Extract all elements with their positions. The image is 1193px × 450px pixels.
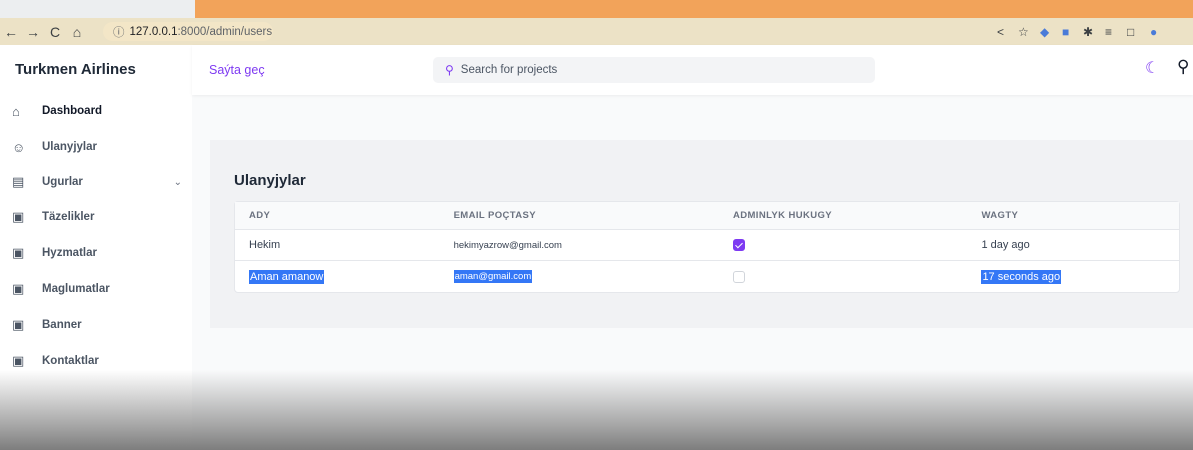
home-icon[interactable]: ⌂ [66, 24, 88, 40]
brand-title[interactable]: Turkmen Airlines [15, 61, 136, 78]
user-name: Hekim [249, 239, 281, 251]
page-title: Ulanyjylar [234, 172, 306, 189]
side-panel-icon[interactable]: □ [1127, 25, 1134, 39]
admin-checkbox[interactable] [732, 270, 745, 283]
column-header-admin[interactable]: ADMINLYK HUKUGY [733, 210, 981, 221]
sidebar-item-label: Dashboard [42, 105, 103, 117]
sidebar-item-label: Ulanyjylar [42, 141, 97, 153]
sidebar-item-kontaktlar[interactable]: ▣ Kontaktlar [12, 349, 182, 373]
sidebar-item-banner[interactable]: ▣ Banner [12, 313, 182, 337]
sidebar-item-ugurlar[interactable]: ▤ Ugurlar ⌄ [12, 170, 182, 194]
active-tab[interactable] [195, 0, 1193, 18]
user-email: aman@gmail.com [453, 270, 533, 283]
extension-icon[interactable]: ◆ [1040, 25, 1049, 39]
clipboard-icon: ▣ [12, 281, 25, 296]
user-created-time: 1 day ago [981, 239, 1030, 251]
clipboard-icon: ▣ [12, 317, 25, 332]
sidebar-item-label: Ugurlar [42, 176, 83, 188]
users-panel: Ulanyjylar ADY EMAIL POÇTASY ADMINLYK HU… [210, 140, 1193, 328]
forward-arrow-icon[interactable]: → [22, 24, 44, 40]
sidebar-item-label: Maglumatlar [42, 283, 110, 295]
extension-icon[interactable]: ■ [1062, 25, 1069, 39]
home-icon: ⌂ [12, 103, 20, 119]
sidebar-item-label: Banner [42, 319, 82, 331]
go-to-site-link[interactable]: Saýta geç [209, 63, 265, 77]
users-icon: ☺ [12, 139, 26, 155]
admin-checkbox[interactable] [732, 239, 745, 252]
clipboard-icon: ▣ [12, 245, 25, 260]
search-icon: ⚲ [445, 63, 454, 77]
user-created-time: 17 seconds ago [981, 269, 1062, 284]
sidebar-item-hyzmatlar[interactable]: ▣ Hyzmatlar [12, 241, 182, 265]
back-arrow-icon[interactable]: ← [0, 24, 22, 40]
sidebar-item-dashboard[interactable]: ⌂ Dashboard [12, 99, 182, 123]
bookmark-star-icon[interactable]: ☆ [1018, 25, 1029, 39]
column-header-time[interactable]: WAGTY [981, 210, 1179, 221]
url-host: 127.0.0.1 [129, 25, 178, 38]
sidebar-item-label: Kontaktlar [42, 355, 99, 367]
users-table: ADY EMAIL POÇTASY ADMINLYK HUKUGY WAGTY … [234, 201, 1180, 293]
reload-icon[interactable]: C [44, 24, 66, 40]
table-row[interactable]: Hekim hekimyazrow@gmail.com 1 day ago [235, 230, 1179, 261]
chevron-down-icon: ⌄ [173, 176, 182, 188]
sidebar-item-tazelikler[interactable]: ▣ Täzelikler [12, 205, 182, 229]
sidebar-item-label: Täzelikler [42, 211, 95, 223]
search-input[interactable]: ⚲ Search for projects [433, 57, 875, 83]
browser-tab-strip [0, 0, 1193, 18]
moon-icon[interactable]: ☾ [1145, 58, 1159, 78]
sidebar-item-users[interactable]: ☺ Ulanyjylar [12, 135, 182, 159]
info-icon: ⓘ [113, 26, 125, 39]
sidebar-item-maglumatlar[interactable]: ▣ Maglumatlar [12, 277, 182, 301]
puzzle-icon[interactable]: ✱ [1083, 25, 1093, 39]
column-header-name[interactable]: ADY [235, 210, 454, 221]
clipboard-icon: ▣ [12, 209, 25, 224]
share-icon[interactable]: < [997, 25, 1004, 39]
table-header: ADY EMAIL POÇTASY ADMINLYK HUKUGY WAGTY [235, 202, 1179, 230]
sidebar: Turkmen Airlines ⌂ Dashboard ☺ Ulanyjyla… [0, 45, 192, 450]
user-name: Aman amanow [249, 269, 325, 284]
column-header-email[interactable]: EMAIL POÇTASY [454, 210, 733, 221]
user-profile-icon[interactable]: ⚲ [1177, 57, 1189, 77]
reading-list-icon[interactable]: ≡ [1105, 25, 1112, 39]
cards-icon: ▤ [12, 174, 25, 189]
table-row[interactable]: Aman amanow aman@gmail.com 17 seconds ag… [235, 261, 1179, 292]
sidebar-item-label: Hyzmatlar [42, 247, 97, 259]
user-email: hekimyazrow@gmail.com [453, 239, 562, 251]
profile-avatar-icon[interactable]: ● [1150, 25, 1157, 39]
clipboard-icon: ▣ [12, 353, 25, 368]
url-path: :8000/admin/users [177, 25, 273, 38]
search-placeholder: Search for projects [460, 64, 558, 76]
address-bar[interactable]: ⓘ 127.0.0.1:8000/admin/users [103, 22, 273, 41]
top-header: Saýta geç ⚲ Search for projects ☾ ⚲ [192, 45, 1193, 95]
